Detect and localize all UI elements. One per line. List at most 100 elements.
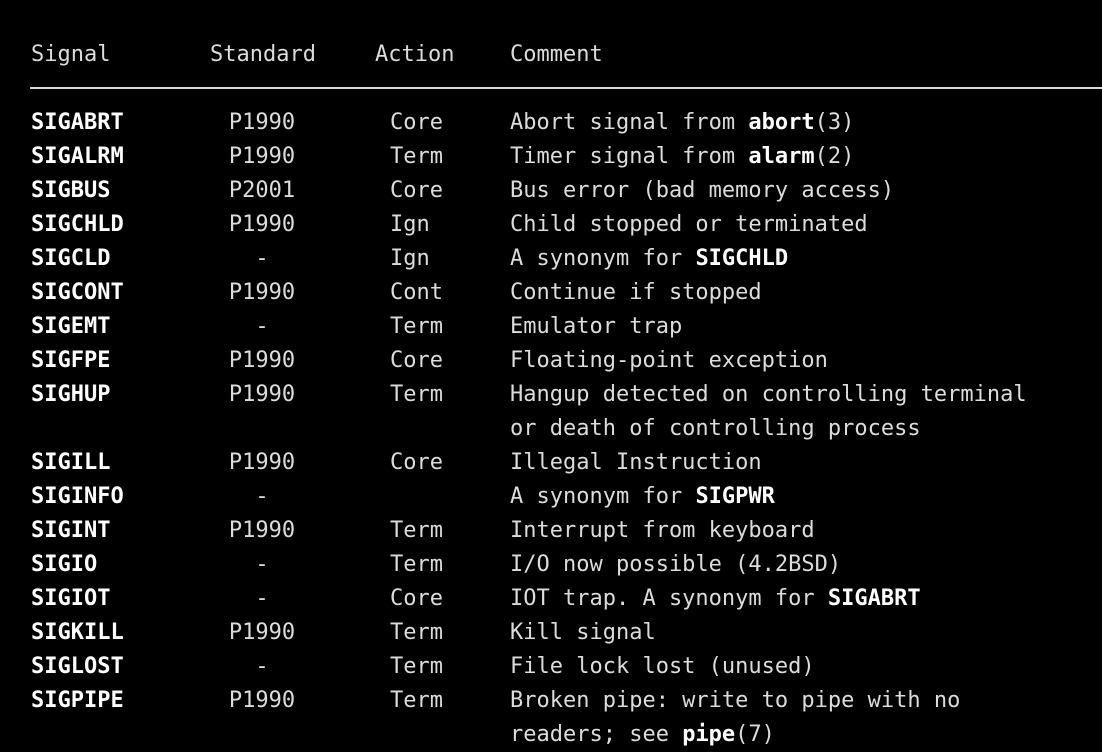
comment-bold-ref: SIGCHLD [695,246,789,271]
signal-standard: - [255,586,269,611]
comment-text: (7) [735,722,775,747]
signal-comment: Floating-point exception [510,344,828,378]
signal-name: SIGALRM [31,144,124,169]
comment-text: Hangup detected on controlling terminal [510,382,1027,407]
signal-name: SIGBUS [31,178,111,203]
comment-text: Illegal Instruction [510,450,762,475]
signal-comment: Bus error (bad memory access) [510,174,894,208]
header-standard: Standard [210,42,316,67]
signal-name: SIGCHLD [31,212,124,237]
signal-comment: Hangup detected on controlling terminal [510,378,1027,412]
signal-standard: P1990 [228,450,296,475]
signal-comment: Interrupt from keyboard [510,514,815,548]
signal-name: SIGILL [31,450,111,475]
signal-comment: Continue if stopped [510,276,762,310]
comment-text: (2) [814,144,855,169]
signal-comment: I/O now possible (4.2BSD) [510,548,841,582]
signal-standard: - [255,484,269,509]
terminal-window: Signal Standard Action Comment SIGABRT P1… [0,0,1102,751]
comment-text: IOT trap. A synonym for [510,586,828,611]
header-comment: Comment [510,42,603,67]
signal-comment: Timer signal from alarm(2) [510,140,854,174]
signal-action: Core [390,450,443,475]
signal-standard: - [255,246,269,271]
signal-name: SIGLOST [31,654,124,679]
comment-text: File lock lost (unused) [510,654,815,679]
comment-bold-ref: alarm [748,144,815,169]
cut-off-previous-line [30,0,1090,6]
signal-name: SIGCLD [31,246,111,271]
comment-text: I/O now possible (4.2BSD) [510,552,842,577]
header-divider [30,87,1102,89]
signal-standard: P1990 [228,212,296,237]
comment-text: Timer signal from [510,144,749,169]
comment-text: Emulator trap [510,314,683,339]
comment-text: Child stopped or terminated [510,212,868,237]
comment-text: Floating-point exception [510,348,828,373]
signal-action: Ign [390,246,430,271]
signal-comment: File lock lost (unused) [510,650,815,684]
signal-name: SIGABRT [31,110,124,135]
signal-name: SIGIO [31,552,98,577]
signal-comment: Kill signal [510,616,656,650]
signal-name: SIGKILL [31,620,124,645]
signal-action: Term [390,144,443,169]
signal-action: Term [390,688,443,713]
signal-name: SIGIOT [31,586,111,611]
signal-comment: or death of controlling process [510,412,921,446]
signal-action: Ign [390,212,430,237]
comment-text: A synonym for [510,484,696,509]
comment-text: Kill signal [510,620,656,645]
signal-standard: - [255,314,269,339]
signal-standard: P1990 [228,144,296,169]
comment-text: (3) [814,110,855,135]
signal-action: Core [390,110,443,135]
comment-text: Bus error (bad memory access) [510,178,895,203]
signal-action: Core [390,178,443,203]
signal-standard: P2001 [228,178,296,203]
signal-action: Term [390,654,443,679]
signal-name: SIGINT [31,518,111,543]
signal-action: Term [390,552,443,577]
signal-name: SIGCONT [31,280,124,305]
comment-text: or death of controlling process [510,416,921,441]
signal-name: SIGHUP [31,382,111,407]
header-signal: Signal [31,42,111,67]
signal-standard: P1990 [228,280,296,305]
signal-comment: Broken pipe: write to pipe with no [510,684,960,718]
signal-comment: readers; see pipe(7) [510,718,775,752]
signal-name: SIGEMT [31,314,111,339]
signal-standard: - [255,654,269,679]
signal-name: SIGPIPE [31,688,124,713]
signal-standard: P1990 [228,518,296,543]
signal-action: Term [390,518,443,543]
comment-text: Abort signal from [510,110,749,135]
signal-action: Term [390,382,443,407]
comment-text: Broken pipe: write to pipe with no [510,688,961,713]
signal-comment: Child stopped or terminated [510,208,868,242]
comment-text: Interrupt from keyboard [510,518,815,543]
signal-name: SIGFPE [31,348,111,373]
comment-text: readers; see [510,722,683,747]
header-action: Action [375,42,455,67]
signal-standard: P1990 [228,348,296,373]
signal-standard: P1990 [228,110,296,135]
signal-standard: - [255,552,269,577]
signal-comment: Illegal Instruction [510,446,762,480]
comment-text: Continue if stopped [510,280,762,305]
signal-action: Core [390,348,443,373]
signal-comment: IOT trap. A synonym for SIGABRT [510,582,921,616]
signal-action: Core [390,586,443,611]
signal-name: SIGINFO [31,484,124,509]
comment-bold-ref: abort [748,110,815,135]
comment-bold-ref: SIGPWR [695,484,775,509]
comment-bold-ref: SIGABRT [827,586,921,611]
signal-comment: A synonym for SIGCHLD [510,242,788,276]
signal-standard: P1990 [228,382,296,407]
signal-comment: Emulator trap [510,310,682,344]
signal-action: Term [390,620,443,645]
comment-text: A synonym for [510,246,696,271]
comment-bold-ref: pipe [682,722,736,747]
signal-action: Term [390,314,443,339]
signal-standard: P1990 [228,688,296,713]
